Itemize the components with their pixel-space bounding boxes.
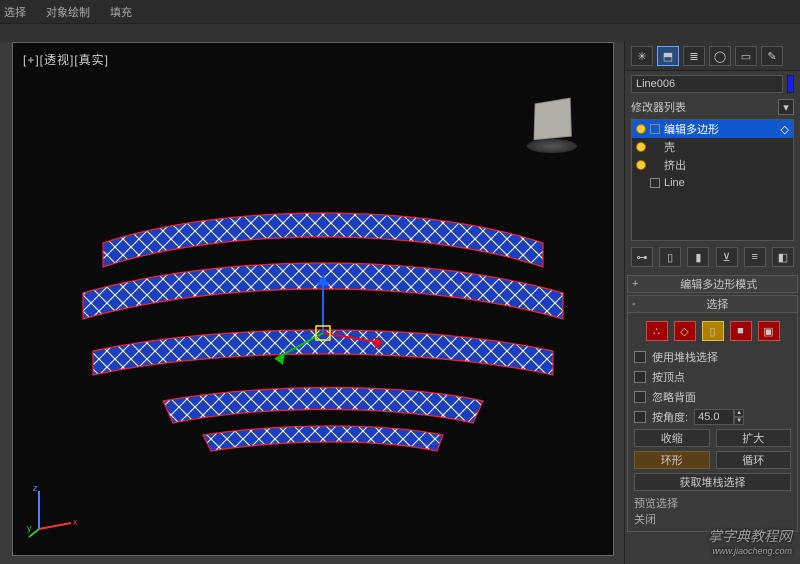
- rollout-title: 选择: [642, 296, 793, 312]
- lightbulb-icon[interactable]: [636, 142, 646, 152]
- menu-fill[interactable]: 填充: [110, 4, 132, 20]
- modifier-stack[interactable]: 编辑多边形 ◇ 壳 挤出 Line: [631, 119, 794, 241]
- display-tab-icon[interactable]: ▭: [735, 46, 757, 66]
- modify-tab-icon[interactable]: ⬒: [657, 46, 679, 66]
- menu-object-paint[interactable]: 对象绘制: [46, 4, 90, 20]
- lightbulb-icon[interactable]: [636, 124, 646, 134]
- by-angle-label: 按角度:: [652, 409, 688, 425]
- rollout-title: 编辑多边形模式: [644, 276, 793, 292]
- modifier-list-dropdown[interactable]: ▾: [778, 99, 794, 115]
- rollout-selection-body: ∴ ◇ ▯ ■ ▣ 使用堆栈选择 按顶点 忽略背面 按角度:: [627, 313, 798, 532]
- axis-tripod-icon: x y z: [27, 481, 87, 541]
- perspective-viewport[interactable]: [+][透视][真实]: [12, 42, 614, 556]
- stack-item-label: 壳: [664, 139, 675, 155]
- use-stack-selection-label: 使用堆栈选择: [652, 349, 718, 365]
- subobj-element-icon[interactable]: ▣: [758, 321, 780, 341]
- svg-text:x: x: [73, 517, 78, 527]
- hierarchy-tab-icon[interactable]: ≣: [683, 46, 705, 66]
- rollout-selection[interactable]: - 选择: [627, 295, 798, 313]
- show-end-result-icon[interactable]: ▯: [659, 247, 681, 267]
- stack-item-line[interactable]: Line: [632, 174, 793, 192]
- viewcube[interactable]: [525, 95, 579, 149]
- stack-toolbar: ⊶ ▯ ▮ ⊻ ≡ ◧: [625, 241, 800, 273]
- lightbulb-icon[interactable]: [636, 160, 646, 170]
- motion-tab-icon[interactable]: ◯: [709, 46, 731, 66]
- svg-text:z: z: [33, 483, 38, 493]
- stack-item-extrude[interactable]: 挤出: [632, 156, 793, 174]
- pin-stack-icon[interactable]: ⊶: [631, 247, 653, 267]
- get-stack-selection-button[interactable]: 获取堆栈选择: [634, 473, 791, 491]
- subobj-edge-icon[interactable]: ◇: [674, 321, 696, 341]
- stack-item-label: 挤出: [664, 157, 686, 173]
- grow-button[interactable]: 扩大: [716, 429, 792, 447]
- main-toolbar: [0, 24, 800, 42]
- spinner-up-icon[interactable]: ▲: [734, 409, 744, 417]
- loop-button[interactable]: 循环: [716, 451, 792, 469]
- configure-sets-icon[interactable]: ≡: [744, 247, 766, 267]
- viewport-mesh: [43, 183, 603, 483]
- by-vertex-checkbox[interactable]: [634, 371, 646, 383]
- command-panel: ✳ ⬒ ≣ ◯ ▭ ✎ 修改器列表 ▾ 编辑多边形 ◇ 壳 挤出: [624, 42, 800, 564]
- menu-select[interactable]: 选择: [4, 4, 26, 20]
- watermark-text: 掌字典教程网: [708, 528, 792, 544]
- by-vertex-label: 按顶点: [652, 369, 685, 385]
- svg-text:y: y: [27, 523, 32, 533]
- subobj-polygon-icon[interactable]: ■: [730, 321, 752, 341]
- stack-item-label: Line: [664, 177, 685, 189]
- close-label: 关闭: [634, 511, 791, 527]
- subobj-diamond-icon: ◇: [781, 123, 789, 136]
- viewport-label[interactable]: [+][透视][真实]: [23, 51, 109, 68]
- object-name-input[interactable]: [631, 75, 783, 93]
- make-unique-icon[interactable]: ▮: [687, 247, 709, 267]
- subobj-vertex-icon[interactable]: ∴: [646, 321, 668, 341]
- rollout-toggle-icon: -: [632, 298, 636, 310]
- modifier-sets-icon[interactable]: ◧: [772, 247, 794, 267]
- stack-item-label: 编辑多边形: [664, 121, 719, 137]
- spinner-down-icon[interactable]: ▼: [734, 417, 744, 425]
- watermark-url: www.jiaocheng.com: [708, 546, 792, 556]
- watermark: 掌字典教程网 www.jiaocheng.com: [708, 526, 792, 556]
- rollout-edit-poly-mode[interactable]: + 编辑多边形模式: [627, 275, 798, 293]
- create-tab-icon[interactable]: ✳: [631, 46, 653, 66]
- use-stack-selection-checkbox[interactable]: [634, 351, 646, 363]
- stack-item-edit-poly[interactable]: 编辑多边形 ◇: [632, 120, 793, 138]
- shrink-button[interactable]: 收缩: [634, 429, 710, 447]
- ignore-backfacing-checkbox[interactable]: [634, 391, 646, 403]
- stack-item-shell[interactable]: 壳: [632, 138, 793, 156]
- ring-button[interactable]: 环形: [634, 451, 710, 469]
- modifier-list-label: 修改器列表: [631, 99, 772, 115]
- preview-label: 预览选择: [634, 493, 791, 511]
- remove-modifier-icon[interactable]: ⊻: [716, 247, 738, 267]
- rollout-toggle-icon: +: [632, 278, 638, 290]
- utilities-tab-icon[interactable]: ✎: [761, 46, 783, 66]
- expand-icon[interactable]: [650, 124, 660, 134]
- subobj-border-icon[interactable]: ▯: [702, 321, 724, 341]
- command-panel-tabs: ✳ ⬒ ≣ ◯ ▭ ✎: [625, 42, 800, 71]
- object-color-swatch[interactable]: [787, 75, 794, 93]
- by-angle-checkbox[interactable]: [634, 411, 646, 423]
- angle-spinner[interactable]: [694, 409, 734, 425]
- ignore-backfacing-label: 忽略背面: [652, 389, 696, 405]
- expand-icon[interactable]: [650, 178, 660, 188]
- menubar: 选择 对象绘制 填充: [0, 0, 800, 24]
